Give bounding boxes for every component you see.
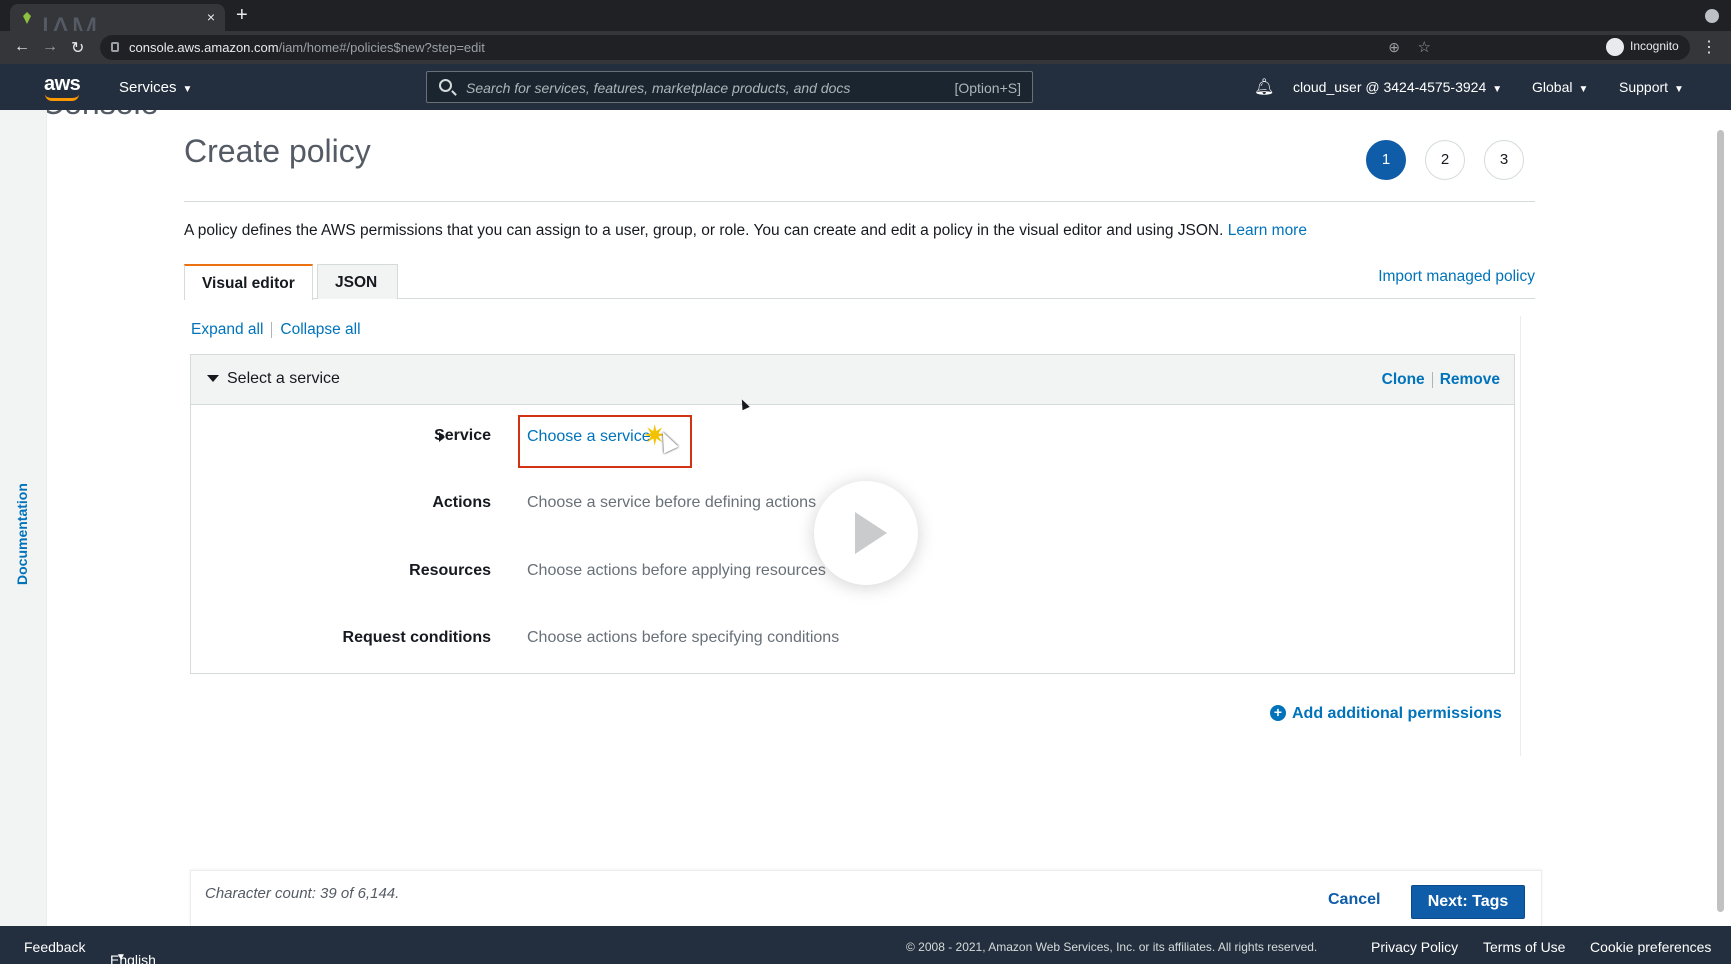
caret-down-icon: ▼ [1578, 84, 1589, 95]
caret-down-icon: ▼ [1492, 84, 1503, 95]
step-2: 2 [1425, 140, 1465, 180]
zoom-icon[interactable]: ⊕ [1388, 39, 1400, 56]
kebab-icon[interactable]: ⋮ [1701, 37, 1717, 57]
url-path: /iam/home#/policies$new?step=edit [278, 40, 485, 55]
star-icon[interactable]: ☆ [1418, 38, 1431, 56]
add-permissions-label: Add additional permissions [1292, 705, 1502, 722]
block-actions: Clone Remove [1382, 371, 1500, 389]
clone-button[interactable]: Clone [1382, 371, 1425, 388]
privacy-policy-link[interactable]: Privacy Policy [1371, 939, 1458, 955]
feedback-link[interactable]: Feedback [24, 939, 85, 955]
account-label: cloud_user @ 3424-4575-3924 [1293, 79, 1487, 95]
forward-icon[interactable]: → [42, 38, 58, 56]
character-count: Character count: 39 of 6,144. [205, 885, 400, 902]
browser-tab-bar: IAM Management Console × + [0, 0, 1731, 121]
actions-label: Actions [432, 494, 491, 511]
resources-label: Resources [409, 562, 491, 579]
separator [271, 321, 273, 338]
editor-tabs: Visual editor JSON Import managed policy [184, 264, 1535, 300]
page-scrollbar[interactable] [1717, 130, 1724, 912]
policy-description: A policy defines the AWS permissions tha… [184, 222, 1307, 240]
favicon-icon [23, 12, 31, 24]
bell-icon[interactable]: 🔔︎ [1254, 77, 1274, 97]
step-1: 1 [1366, 140, 1406, 180]
aws-smile-icon [45, 94, 79, 101]
copyright-text: © 2008 - 2021, Amazon Web Services, Inc.… [906, 940, 1318, 954]
search-icon [439, 79, 452, 92]
region-menu[interactable]: Global ▼ [1532, 79, 1588, 95]
divider [184, 201, 1535, 202]
address-bar[interactable]: console.aws.amazon.com/iam/home#/policie… [100, 35, 1690, 60]
choose-service-link[interactable]: Choose a service [527, 428, 651, 446]
url-host: console.aws.amazon.com [129, 40, 279, 55]
support-menu[interactable]: Support ▼ [1619, 79, 1684, 95]
import-managed-policy-link[interactable]: Import managed policy [1378, 268, 1535, 286]
tab-close-icon[interactable]: × [207, 9, 215, 25]
policy-footer-bar: Character count: 39 of 6,144. Cancel Nex… [190, 870, 1542, 926]
search-placeholder: Search for services, features, marketpla… [466, 80, 851, 96]
learn-more-link[interactable]: Learn more [1228, 222, 1307, 239]
tab-visual-editor[interactable]: Visual editor [184, 264, 313, 300]
documentation-label[interactable]: Documentation [14, 483, 30, 585]
tab-json[interactable]: JSON [317, 264, 398, 299]
add-additional-permissions-button[interactable]: + Add additional permissions [1270, 705, 1502, 723]
account-menu[interactable]: cloud_user @ 3424-4575-3924 ▼ [1293, 79, 1502, 95]
caret-down-icon: ▼ [182, 84, 193, 95]
plus-circle-icon: + [1270, 705, 1286, 721]
new-tab-icon[interactable]: + [236, 4, 248, 27]
documentation-rail[interactable]: Documentation [0, 110, 47, 926]
tab-search-icon[interactable] [1705, 9, 1719, 23]
support-label: Support [1619, 79, 1669, 95]
aws-top-nav: aws Services ▼ Search for services, featu… [0, 64, 1731, 110]
incognito-indicator[interactable]: Incognito [1606, 38, 1679, 56]
aws-footer: Feedback English (US)▼ © 2008 - 2021, Am… [0, 926, 1731, 964]
expand-collapse-controls: Expand all Collapse all [191, 321, 361, 339]
remove-button[interactable]: Remove [1440, 371, 1500, 388]
cancel-button[interactable]: Cancel [1328, 891, 1380, 909]
incognito-icon [1606, 38, 1624, 56]
play-icon[interactable] [814, 481, 918, 585]
page-title: Create policy [184, 133, 371, 169]
url-text: console.aws.amazon.com/iam/home#/policie… [129, 40, 485, 55]
request-conditions-value: Choose actions before specifying conditi… [527, 629, 840, 646]
reload-icon[interactable]: ↻ [71, 38, 84, 58]
permission-block-title: Select a service [227, 370, 340, 387]
actions-value: Choose a service before defining actions [527, 494, 817, 511]
browser-toolbar: ← → ↻ console.aws.amazon.com/iam/home#/p… [0, 31, 1731, 64]
collapse-all-link[interactable]: Collapse all [280, 321, 360, 338]
caret-down-icon: ▼ [1674, 84, 1684, 95]
incognito-label: Incognito [1630, 39, 1679, 54]
collapse-triangle-icon[interactable] [207, 375, 219, 382]
services-menu[interactable]: Services ▼ [119, 79, 192, 96]
service-label: Service [434, 427, 491, 444]
description-text: A policy defines the AWS permissions tha… [184, 222, 1224, 239]
editor-scroll-track [1520, 316, 1530, 756]
caret-down-icon: ▼ [116, 952, 126, 963]
browser-tab[interactable]: IAM Management Console × [10, 4, 228, 121]
permission-block-header[interactable]: Select a service Clone Remove [191, 355, 1514, 405]
lock-icon [111, 42, 119, 52]
separator [1431, 371, 1433, 388]
aws-logo-text: aws [44, 73, 81, 95]
terms-of-use-link[interactable]: Terms of Use [1483, 939, 1565, 955]
expand-all-link[interactable]: Expand all [191, 321, 263, 338]
search-shortcut: [Option+S] [954, 80, 1021, 96]
back-icon[interactable]: ← [14, 38, 30, 56]
resources-value: Choose actions before applying resources [527, 562, 826, 579]
next-tags-button[interactable]: Next: Tags [1411, 885, 1525, 919]
search-input[interactable]: Search for services, features, marketpla… [426, 71, 1033, 103]
step-3: 3 [1484, 140, 1524, 180]
cookie-preferences-link[interactable]: Cookie preferences [1590, 939, 1711, 955]
region-label: Global [1532, 79, 1573, 95]
services-label: Services [119, 79, 177, 96]
request-conditions-label: Request conditions [342, 629, 491, 646]
aws-logo[interactable]: aws [44, 73, 81, 101]
